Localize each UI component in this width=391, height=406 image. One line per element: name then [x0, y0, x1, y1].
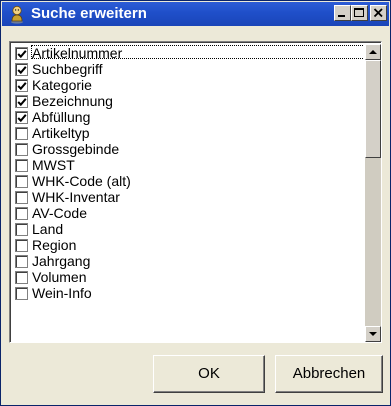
search-dialog: Suche erweitern Artikelnummer Suchbegriff… [0, 0, 391, 406]
checkbox-checked[interactable] [15, 95, 28, 108]
checkmark-icon [17, 98, 27, 107]
field-checklist[interactable]: Artikelnummer Suchbegriff Kategorie Bezeich… [9, 41, 382, 343]
list-item[interactable]: Wein-Info [12, 285, 363, 301]
list-item-label: Wein-Info [32, 285, 92, 301]
list-item[interactable]: WHK-Inventar [12, 189, 363, 205]
checkbox-checked[interactable] [15, 79, 28, 92]
list-item-label: Suchbegriff [32, 61, 103, 77]
list-item[interactable]: Volumen [12, 269, 363, 285]
list-item[interactable]: Artikeltyp [12, 125, 363, 141]
checkmark-icon [17, 82, 27, 91]
list-item-label: Artikeltyp [32, 125, 90, 141]
cancel-button[interactable]: Abbrechen [275, 355, 383, 393]
list-item-label: Abfüllung [32, 109, 91, 125]
checkmark-icon [17, 50, 27, 59]
checkbox-checked[interactable] [15, 47, 28, 60]
checkbox-unchecked[interactable] [15, 127, 28, 140]
person-search-icon [8, 4, 26, 24]
ok-button[interactable]: OK [153, 355, 265, 393]
list-item[interactable]: Land [12, 221, 363, 237]
list-item-label: WHK-Code (alt) [32, 173, 131, 189]
close-button[interactable] [370, 5, 387, 21]
checkbox-unchecked[interactable] [15, 255, 28, 268]
checkbox-checked[interactable] [15, 63, 28, 76]
list-item-label: Region [32, 237, 77, 253]
arrow-up-icon [369, 50, 377, 54]
checkbox-unchecked[interactable] [15, 143, 28, 156]
checkbox-unchecked[interactable] [15, 191, 28, 204]
checkbox-checked[interactable] [15, 111, 28, 124]
checkbox-unchecked[interactable] [15, 175, 28, 188]
list-item[interactable]: Abfüllung [12, 109, 363, 125]
minimize-button[interactable] [334, 5, 351, 21]
minimize-icon [338, 15, 345, 17]
checkbox-unchecked[interactable] [15, 207, 28, 220]
scroll-down-button[interactable] [365, 326, 381, 342]
arrow-down-icon [369, 332, 377, 336]
list-item[interactable]: Artikelnummer [12, 45, 363, 61]
list-item-label: Jahrgang [32, 253, 91, 269]
checkbox-unchecked[interactable] [15, 223, 28, 236]
list-item-label: MWST [32, 157, 75, 173]
list-item-label: Bezeichnung [32, 93, 113, 109]
checkmark-icon [17, 114, 27, 123]
list-item-label: Artikelnummer [32, 45, 123, 61]
list-item-label: WHK-Inventar [32, 189, 120, 205]
list-item-label: Grossgebinde [32, 141, 120, 157]
list-item[interactable]: AV-Code [12, 205, 363, 221]
list-item[interactable]: WHK-Code (alt) [12, 173, 363, 189]
list-item[interactable]: Grossgebinde [12, 141, 363, 157]
list-item-label: Volumen [32, 269, 87, 285]
list-item[interactable]: Region [12, 237, 363, 253]
scroll-thumb[interactable] [365, 60, 381, 158]
checkbox-unchecked[interactable] [15, 239, 28, 252]
maximize-icon [354, 8, 364, 17]
checkbox-unchecked[interactable] [15, 271, 28, 284]
vertical-scrollbar[interactable] [365, 44, 381, 342]
maximize-button[interactable] [351, 5, 368, 21]
close-icon [373, 8, 383, 18]
list-item-label: Land [32, 221, 64, 237]
list-item[interactable]: Suchbegriff [12, 61, 363, 77]
checkbox-unchecked[interactable] [15, 159, 28, 172]
list-item[interactable]: Kategorie [12, 77, 363, 93]
list-item[interactable]: Jahrgang [12, 253, 363, 269]
list-item[interactable]: MWST [12, 157, 363, 173]
scroll-up-button[interactable] [365, 44, 381, 60]
list-item-label: Kategorie [32, 77, 92, 93]
list-item[interactable]: Bezeichnung [12, 93, 363, 109]
field-list: Artikelnummer Suchbegriff Kategorie Bezeich… [12, 44, 363, 342]
checkbox-unchecked[interactable] [15, 287, 28, 300]
list-item-label: AV-Code [32, 205, 87, 221]
window-title: Suche erweitern [31, 5, 147, 22]
checkmark-icon [17, 66, 27, 75]
title-bar[interactable]: Suche erweitern [2, 2, 389, 26]
